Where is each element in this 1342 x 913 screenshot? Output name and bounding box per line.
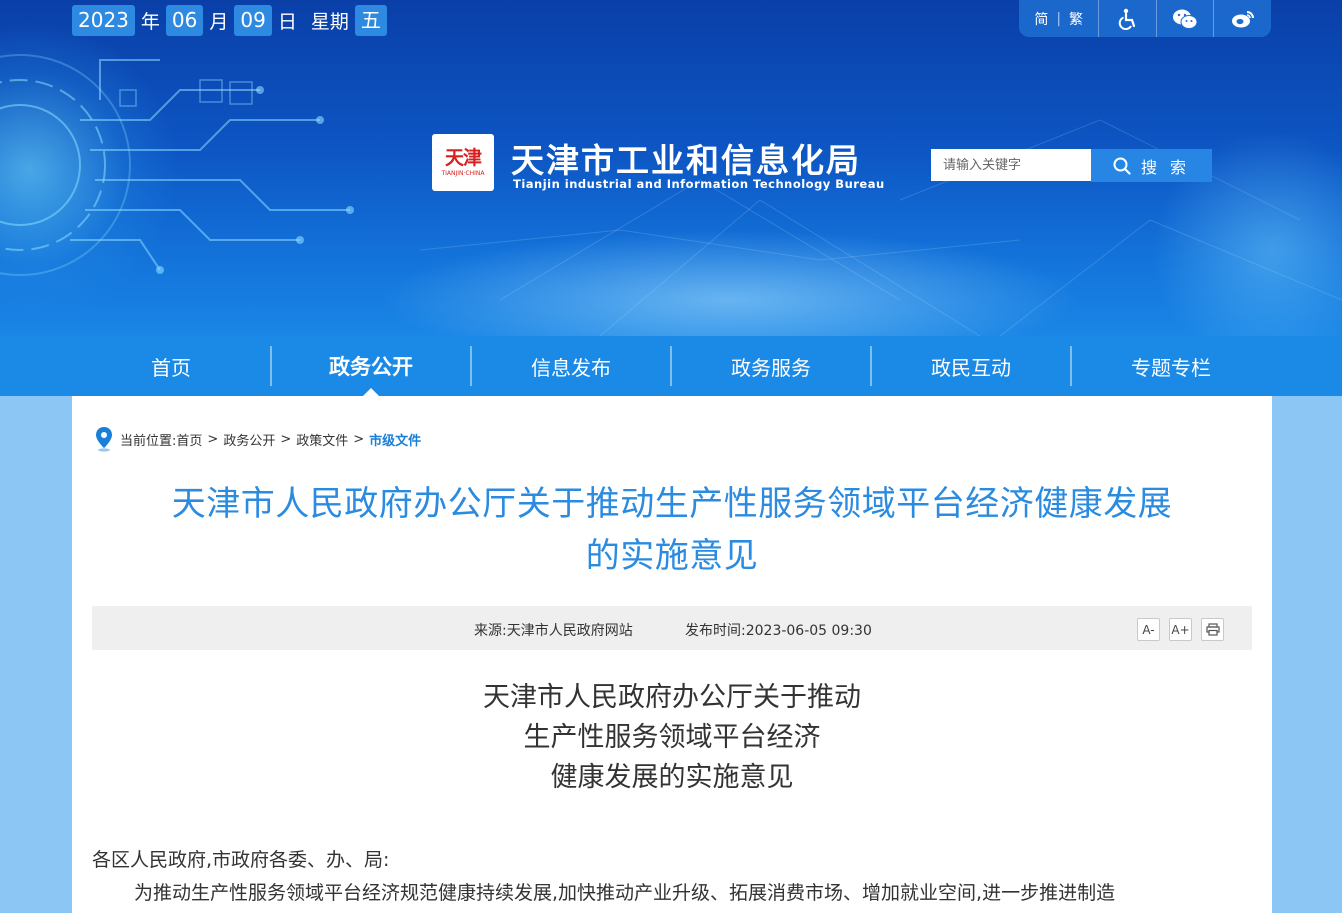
article-source: 来源:天津市人民政府网站	[474, 623, 633, 639]
article-publish-time: 发布时间:2023-06-05 09:30	[685, 623, 872, 639]
date-year-label: 年	[140, 10, 160, 33]
weibo-icon	[1231, 10, 1254, 27]
breadcrumb-link[interactable]: 政策文件	[296, 430, 348, 449]
nav-divider	[270, 346, 272, 386]
breadcrumb: 当前位置: 首页 > 政务公开 > 政策文件 > 市级文件	[94, 426, 421, 452]
article-salutation: 各区人民政府,市政府各委、办、局:	[92, 849, 390, 871]
print-button[interactable]	[1201, 618, 1224, 641]
breadcrumb-current[interactable]: 市级文件	[369, 430, 421, 449]
font-increase-button[interactable]: A+	[1169, 618, 1192, 641]
simplified-chinese-link[interactable]: 简	[1034, 9, 1048, 29]
date-weekday: 五	[354, 4, 387, 36]
main-nav: 首页 政务公开 信息发布 政务服务 政民互动 专题专栏	[0, 336, 1342, 396]
language-switch: 简 | 繁	[1019, 9, 1098, 29]
search-button[interactable]: 搜 索	[1091, 149, 1212, 182]
site-subtitle: Tianjin industrial and Information Techn…	[513, 177, 885, 191]
date-month-label: 月	[209, 10, 229, 33]
article-meta-bar: 来源:天津市人民政府网站 发布时间:2023-06-05 09:30 A- A+	[92, 606, 1252, 650]
top-tools: 简 | 繁	[1019, 0, 1271, 37]
nav-divider	[670, 346, 672, 386]
article-body: 各区人民政府,市政府各委、办、局: 为推动生产性服务领域平台经济规范健康持续发展…	[92, 844, 1252, 910]
document-title-line: 生产性服务领域平台经济	[523, 722, 821, 753]
site-logo-seal[interactable]: 天津 TIANJIN·CHINA	[432, 134, 494, 191]
breadcrumb-link[interactable]: 政务公开	[223, 430, 275, 449]
date-year: 2023	[72, 4, 135, 36]
nav-item-home[interactable]: 首页	[71, 336, 271, 396]
breadcrumb-separator: >	[280, 431, 292, 447]
article-paragraph: 为推动生产性服务领域平台经济规范健康持续发展,加快推动产业升级、拓展消费市场、增…	[134, 882, 1116, 904]
document-title-line: 天津市人民政府办公厅关于推动	[483, 682, 861, 713]
date-month: 06	[165, 4, 204, 36]
site-title[interactable]: 天津市工业和信息化局	[511, 134, 861, 182]
weibo-button[interactable]	[1214, 0, 1271, 37]
seal-subtitle: TIANJIN·CHINA	[441, 170, 485, 177]
wechat-icon	[1173, 9, 1198, 29]
article-title-line: 天津市人民政府办公厅关于推动生产性服务领域平台经济健康发展	[171, 484, 1173, 524]
nav-item-special-topics[interactable]: 专题专栏	[1071, 336, 1271, 396]
date-day-label: 日	[277, 10, 297, 33]
accessibility-button[interactable]	[1099, 0, 1156, 37]
breadcrumb-prefix: 当前位置:	[120, 433, 177, 449]
search-input[interactable]	[931, 149, 1091, 181]
wheelchair-icon	[1118, 8, 1135, 30]
article-panel: 当前位置: 首页 > 政务公开 > 政策文件 > 市级文件 天津市人民政府办公厅…	[72, 396, 1272, 913]
printer-icon	[1205, 623, 1220, 636]
nav-divider	[1070, 346, 1072, 386]
date-day: 09	[234, 4, 272, 36]
breadcrumb-link[interactable]: 首页	[176, 430, 202, 449]
nav-item-gov-affairs-open[interactable]: 政务公开	[271, 336, 471, 396]
nav-item-info-release[interactable]: 信息发布	[471, 336, 671, 396]
nav-divider	[870, 346, 872, 386]
seal-characters: 天津	[444, 147, 482, 169]
search-button-label: 搜 索	[1140, 157, 1191, 177]
font-decrease-button[interactable]: A-	[1137, 618, 1160, 641]
date-display: 2023 年 06 月 09 日 星期 五	[72, 4, 387, 36]
wechat-button[interactable]	[1157, 0, 1214, 37]
article-title-line: 的实施意见	[585, 536, 759, 576]
nav-item-interaction[interactable]: 政民互动	[871, 336, 1071, 396]
lang-divider: |	[1056, 10, 1062, 27]
document-title: 天津市人民政府办公厅关于推动 生产性服务领域平台经济 健康发展的实施意见	[92, 678, 1252, 798]
breadcrumb-separator: >	[353, 431, 365, 447]
nav-item-gov-services[interactable]: 政务服务	[671, 336, 871, 396]
nav-divider	[470, 346, 472, 386]
article-title: 天津市人民政府办公厅关于推动生产性服务领域平台经济健康发展 的实施意见	[92, 478, 1252, 582]
document-title-line: 健康发展的实施意见	[550, 762, 794, 793]
traditional-chinese-link[interactable]: 繁	[1069, 9, 1083, 29]
date-weekday-label: 星期	[310, 10, 349, 33]
header-banner: 2023 年 06 月 09 日 星期 五 简 | 繁 天津 TIANJIN·C…	[0, 0, 1342, 336]
breadcrumb-separator: >	[207, 431, 219, 447]
location-pin-icon	[96, 427, 112, 452]
search-icon	[1113, 157, 1131, 175]
